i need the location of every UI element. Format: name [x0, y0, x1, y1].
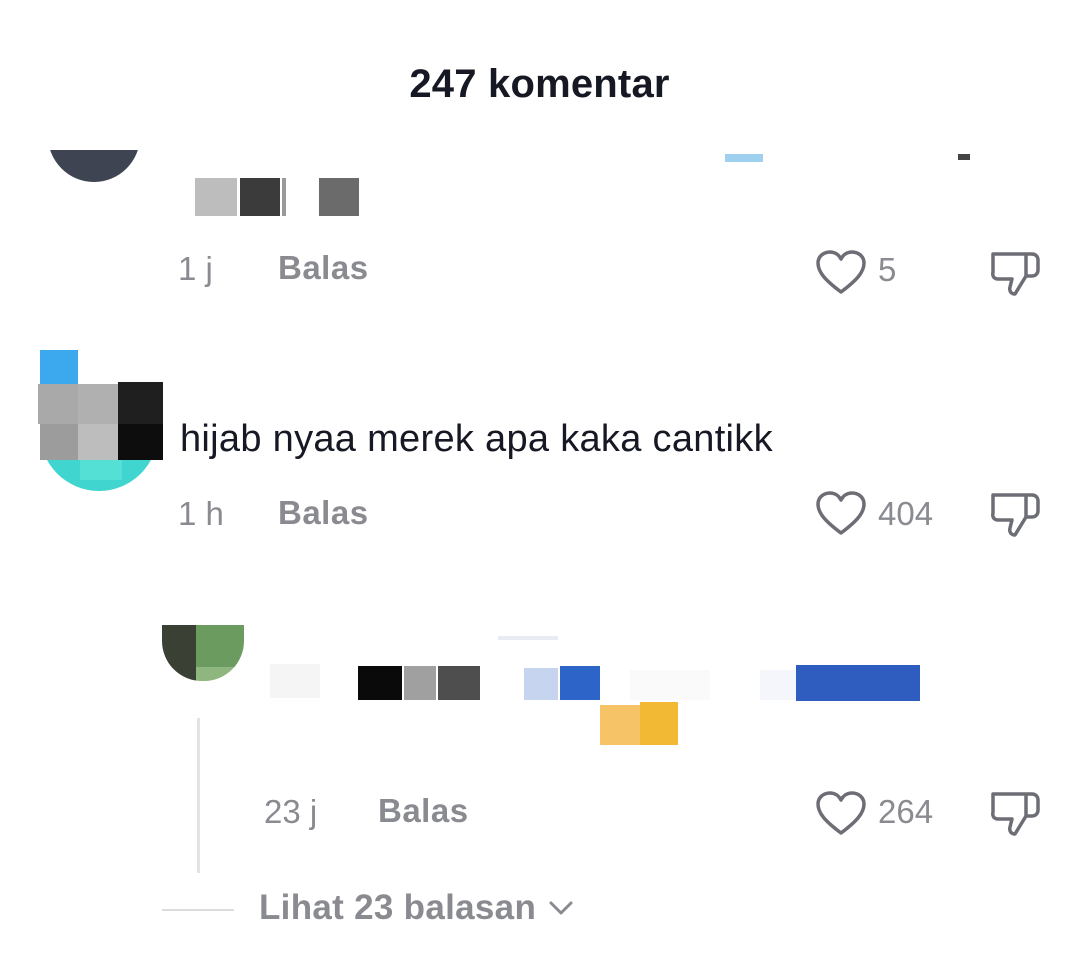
view-replies-label: Lihat 23 balasan [259, 888, 537, 927]
chevron-down-icon [548, 899, 574, 917]
comment-time: 23 j [264, 793, 318, 830]
comments-count-title: 247 komentar [409, 62, 670, 106]
thumbs-down-outline-icon[interactable] [988, 489, 1042, 539]
comment-time: 1 j [178, 250, 213, 287]
pixelated-content [270, 636, 970, 770]
pixelated-content [958, 154, 970, 160]
pixelated-content [195, 178, 375, 218]
like-count: 264 [878, 793, 934, 830]
view-replies-divider [162, 909, 234, 911]
like-count: 404 [878, 495, 934, 532]
reply-button[interactable]: Balas [378, 792, 469, 830]
reply-item: 23 j Balas 264 [0, 620, 1079, 860]
comment-time: 1 h [178, 495, 224, 532]
heart-outline-icon[interactable] [815, 491, 867, 537]
heart-outline-icon[interactable] [815, 250, 867, 296]
reply-button[interactable]: Balas [278, 494, 369, 532]
like-count: 5 [878, 251, 897, 288]
comment-item: 1 j Balas 5 [0, 150, 1079, 300]
reply-button[interactable]: Balas [278, 249, 369, 287]
avatar[interactable] [162, 625, 244, 681]
heart-outline-icon[interactable] [815, 791, 867, 837]
avatar[interactable] [28, 345, 168, 495]
comment-item: hijab nyaa merek apa kaka cantikk 1 h Ba… [0, 345, 1079, 545]
comment-text: hijab nyaa merek apa kaka cantikk [180, 418, 773, 460]
thumbs-down-outline-icon[interactable] [988, 248, 1042, 298]
pixelated-content [725, 154, 763, 162]
view-replies-button[interactable]: Lihat 23 balasan [259, 888, 574, 928]
thumbs-down-outline-icon[interactable] [988, 788, 1042, 838]
